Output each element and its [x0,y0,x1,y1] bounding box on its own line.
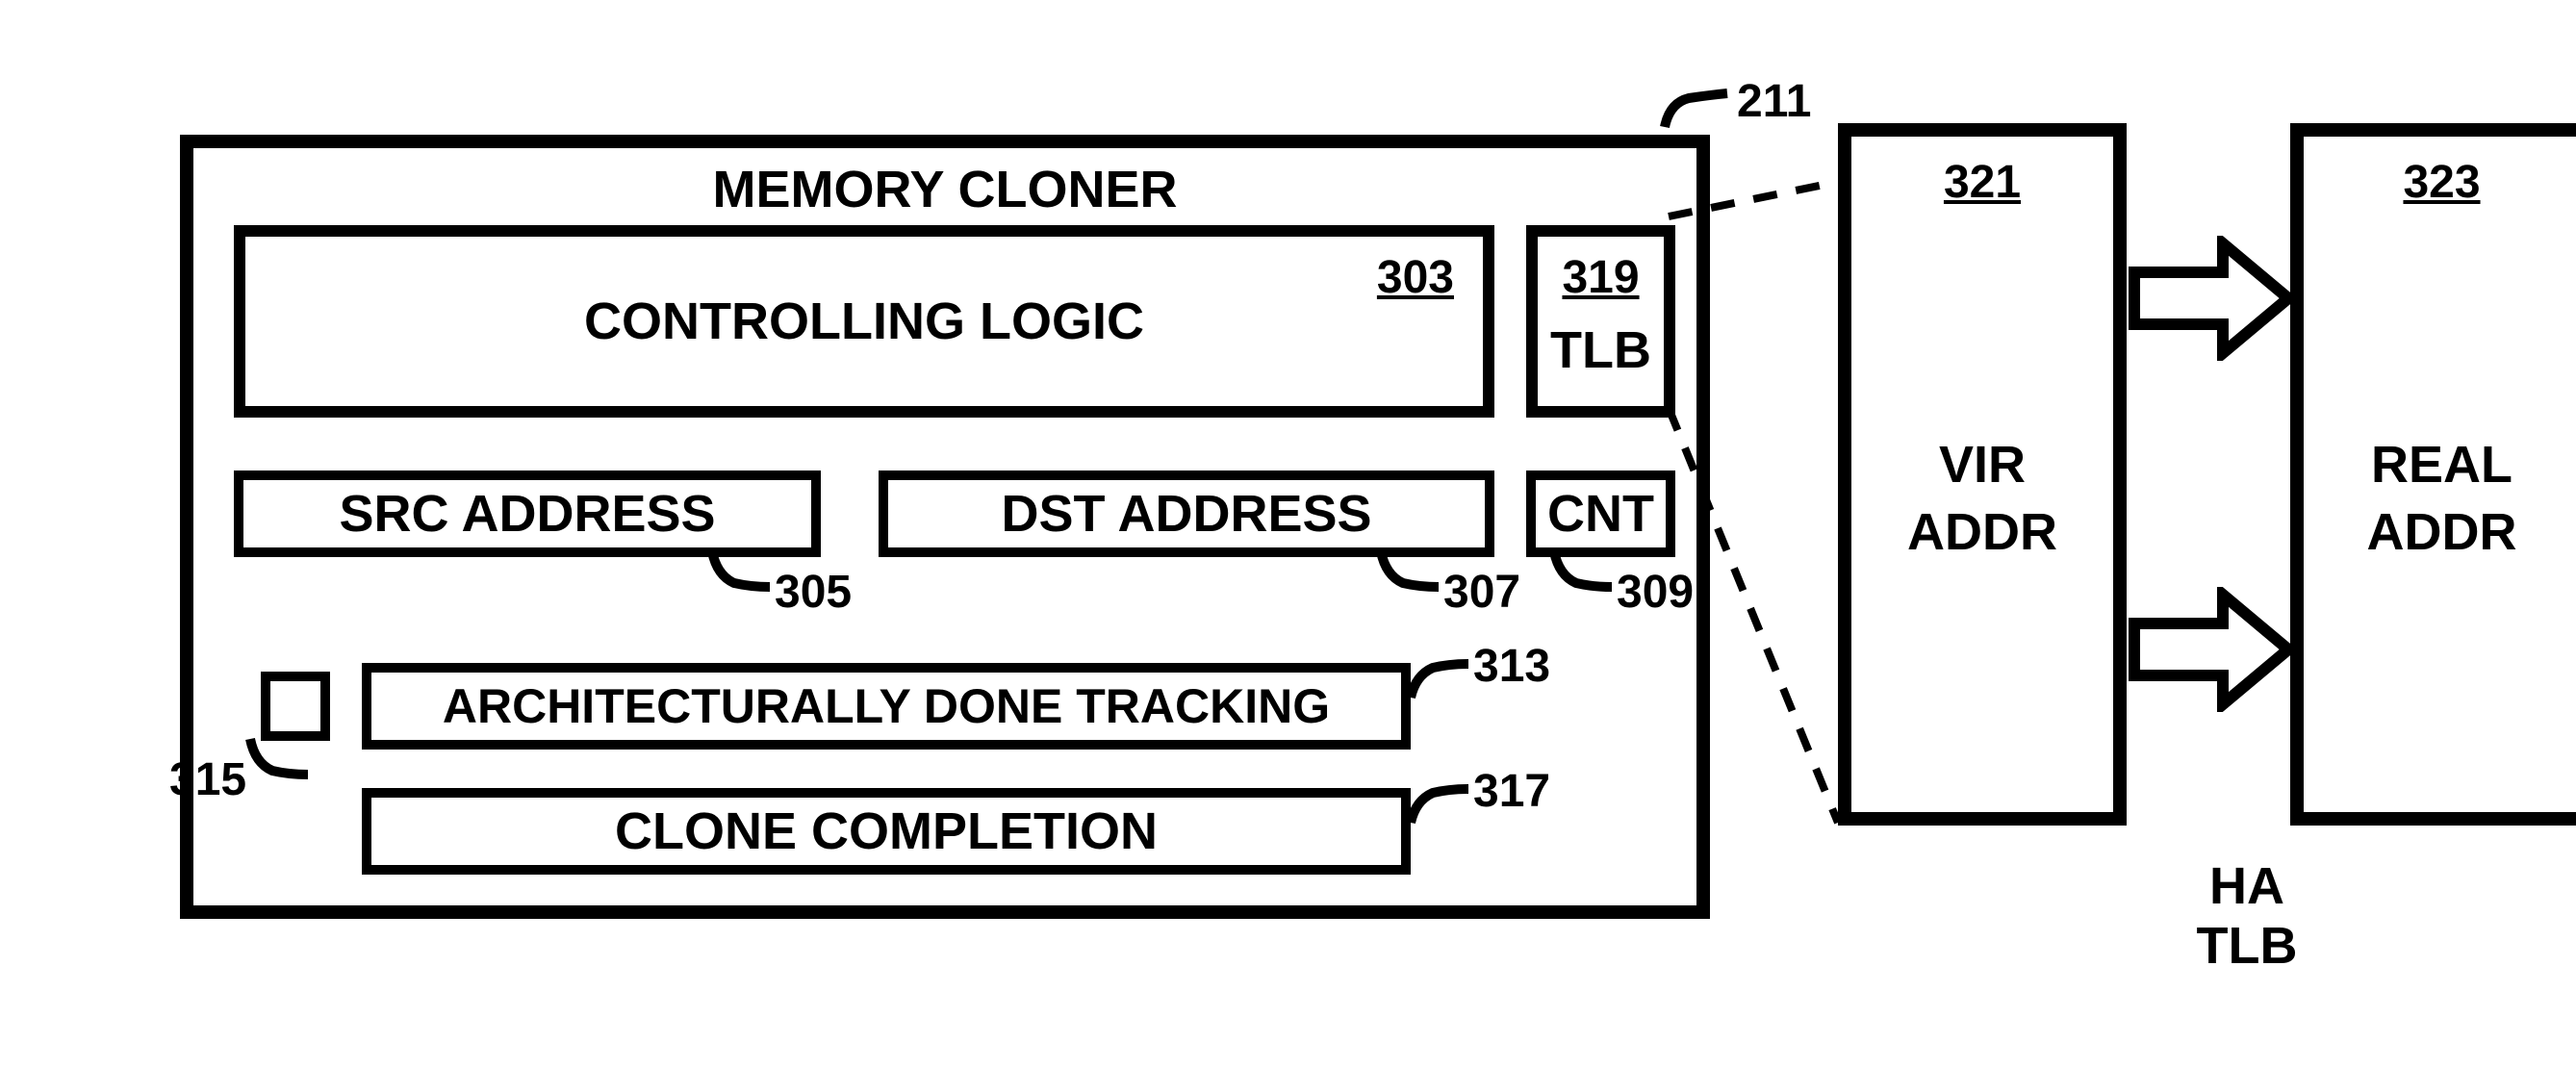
tlb-ref-num: 319 [1562,251,1639,304]
ha-tlb-line1: HA [2189,856,2305,916]
callout-tick-305 [707,547,775,599]
arch-tracking-label: ARCHITECTURALLY DONE TRACKING [443,678,1330,734]
dashed-line-top [1665,178,1857,236]
callout-tick-315 [245,734,313,787]
real-addr-box: 323 REAL ADDR [2290,123,2576,826]
ha-tlb-label: HA TLB [2189,856,2305,976]
callout-tick-317 [1406,779,1473,832]
arrow-top-icon [2127,236,2295,361]
dashed-line-bottom [1665,404,1857,847]
cnt-label: CNT [1547,484,1654,544]
memory-cloner-title: MEMORY CLONER [712,160,1177,219]
vir-addr-box: 321 VIR ADDR [1838,123,2127,826]
callout-label-317: 317 [1473,765,1550,818]
clone-completion-box: CLONE COMPLETION [362,788,1411,875]
vir-addr-line1: VIR [1939,435,2026,495]
real-addr-line1: REAL [2371,435,2512,495]
callout-label-211: 211 [1737,75,1811,128]
callout-tick-307 [1376,547,1443,599]
dst-address-label: DST ADDRESS [1001,484,1371,544]
src-address-box: SRC ADDRESS [234,470,821,557]
callout-label-305: 305 [775,566,852,619]
callout-label-313: 313 [1473,640,1550,693]
clone-completion-label: CLONE COMPLETION [615,801,1158,861]
real-addr-line2: ADDR [2367,502,2517,562]
tlb-label: TLB [1550,320,1651,380]
controlling-logic-ref-num: 303 [1377,251,1454,304]
ha-tlb-line2: TLB [2189,916,2305,976]
arch-tracking-box: ARCHITECTURALLY DONE TRACKING [362,663,1411,750]
callout-label-307: 307 [1443,566,1520,619]
src-address-label: SRC ADDRESS [339,484,715,544]
callout-label-315: 315 [169,753,246,806]
dst-address-box: DST ADDRESS [879,470,1494,557]
small-register-box [261,672,330,741]
diagram-root: 211 MEMORY CLONER 303 CONTROLLING LOGIC … [77,87,2502,972]
vir-addr-line2: ADDR [1907,502,2057,562]
callout-tick-309 [1549,547,1617,599]
callout-tick-313 [1406,654,1473,707]
arrow-bottom-icon [2127,587,2295,712]
controlling-logic-box: 303 CONTROLLING LOGIC [234,225,1494,418]
controlling-logic-label: CONTROLLING LOGIC [584,292,1144,351]
tlb-box: 319 TLB [1526,225,1675,418]
callout-tick-211 [1660,84,1737,137]
cnt-box: CNT [1526,470,1675,557]
real-addr-ref-num: 323 [2403,156,2480,209]
vir-addr-ref-num: 321 [1944,156,2021,209]
